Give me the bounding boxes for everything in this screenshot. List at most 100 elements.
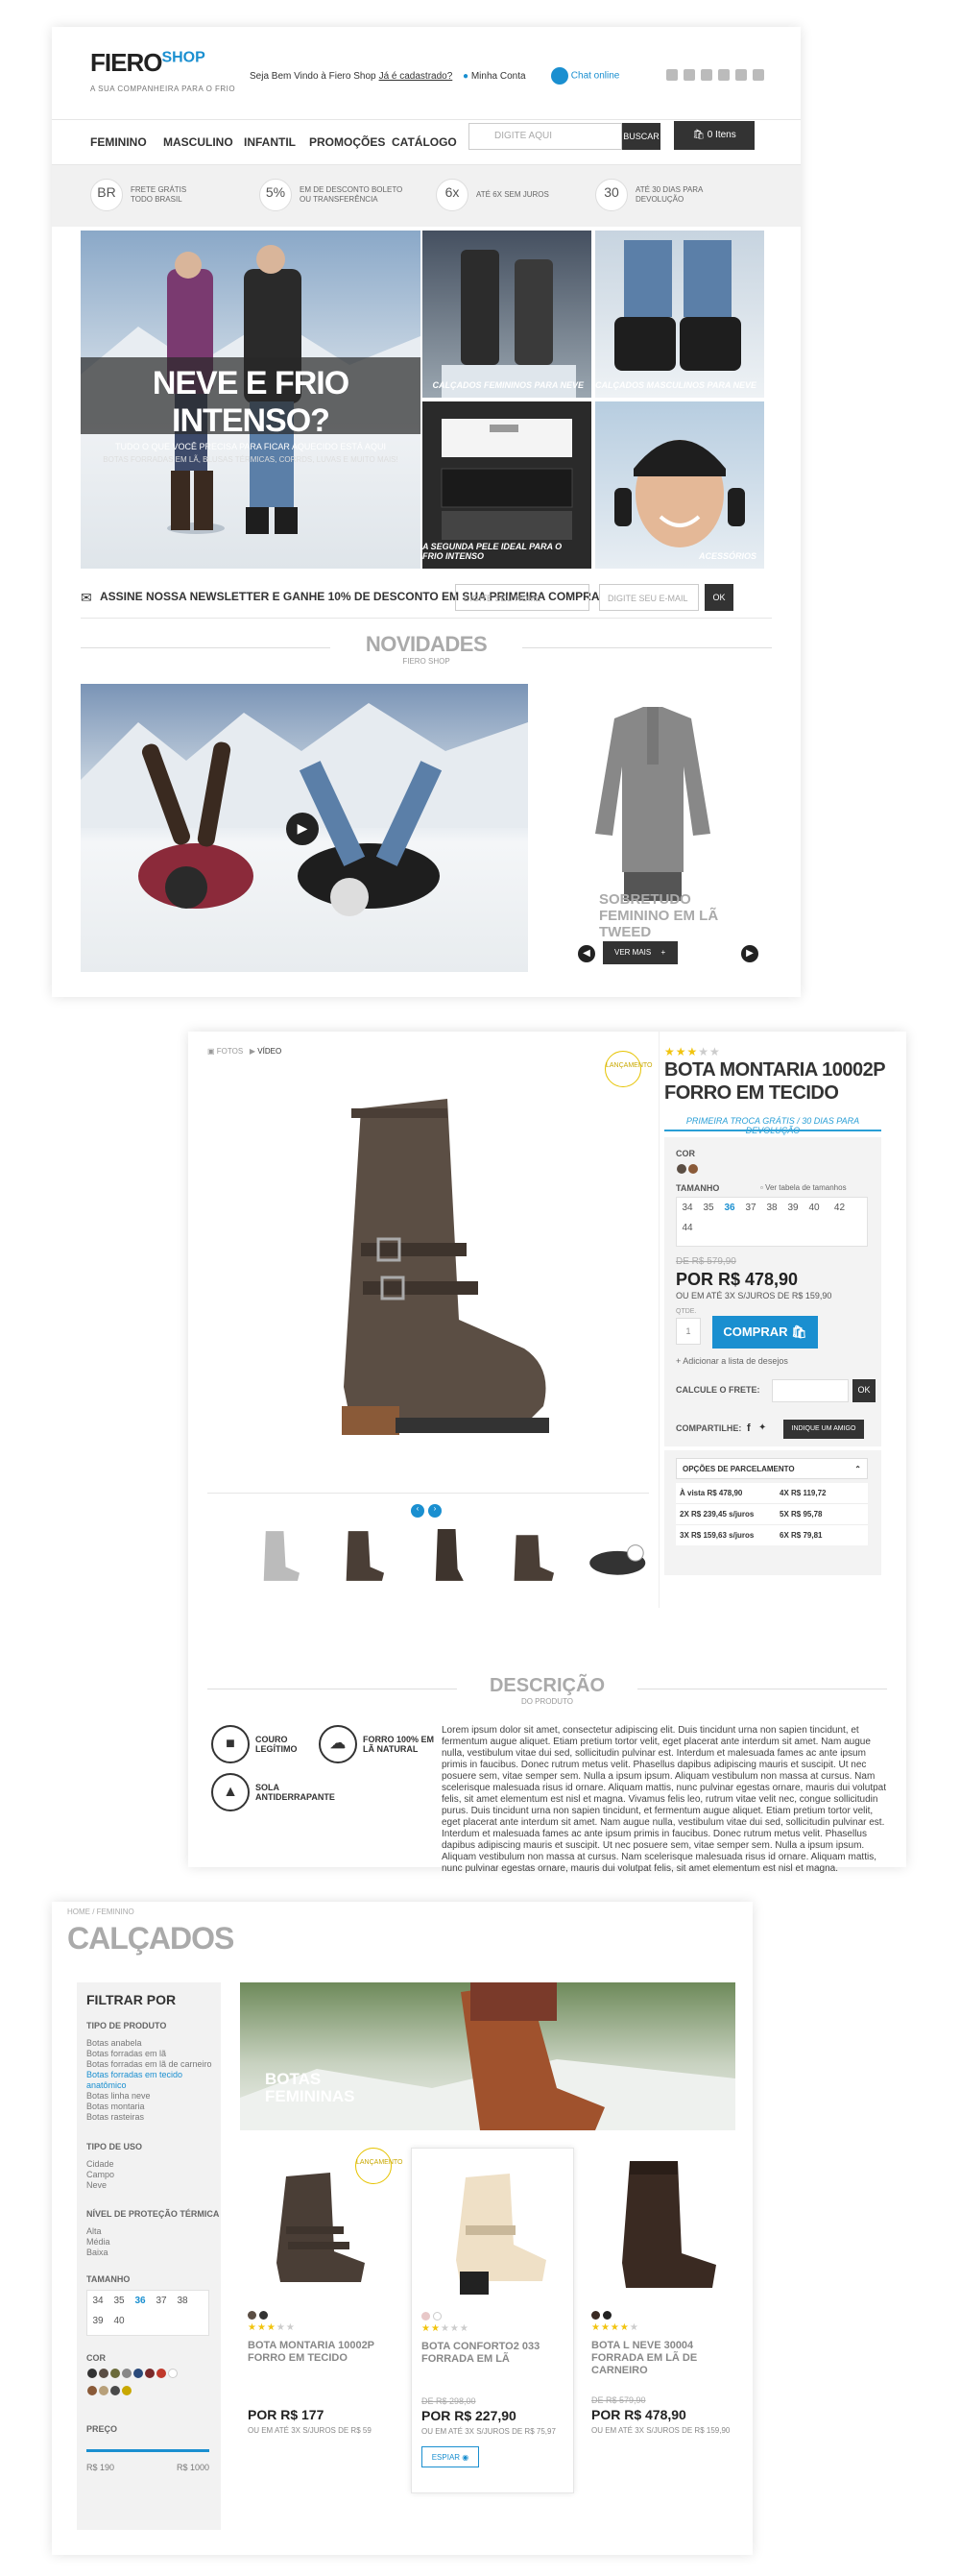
color-dot[interactable]	[603, 2311, 612, 2320]
size-option[interactable]: 40	[108, 2316, 130, 2326]
filter-option[interactable]: Botas forradas em lã	[86, 2049, 213, 2059]
next-arrow-icon[interactable]: ▶	[741, 945, 758, 962]
color-swatch[interactable]	[677, 1164, 686, 1174]
breadcrumb[interactable]: HOME / FEMININO	[67, 1908, 134, 1916]
nav-feminino[interactable]: FEMININO	[90, 135, 147, 149]
size-option[interactable]: 44	[677, 1223, 698, 1233]
nav-infantil[interactable]: INFANTIL	[244, 135, 296, 149]
product-card[interactable]: LANÇAMENTO ★★★★★ BOTA MONTARIA 10002P FO…	[238, 2148, 403, 2493]
size-option[interactable]: 34	[677, 1203, 698, 1213]
filter-option[interactable]: Botas forradas em tecido anatômico	[86, 2070, 213, 2091]
video-icon[interactable]: ▶	[250, 1047, 255, 1056]
color-dot[interactable]	[421, 2312, 430, 2321]
prev-arrow-icon[interactable]: ◀	[578, 945, 595, 962]
size-option[interactable]: 35	[108, 2296, 130, 2306]
color-swatch[interactable]	[122, 2369, 132, 2378]
color-swatch[interactable]	[110, 2386, 120, 2395]
logo[interactable]: FIEROSHOP	[90, 48, 205, 78]
thumbnail[interactable]	[414, 1518, 479, 1594]
size-option[interactable]: 39	[87, 2316, 108, 2326]
youtube-icon[interactable]	[718, 69, 730, 81]
filter-option[interactable]: Botas anabela	[86, 2038, 213, 2049]
filter-option[interactable]: Botas rasteiras	[86, 2112, 213, 2123]
size-option[interactable]: 37	[151, 2296, 172, 2306]
thumbnail[interactable]	[244, 1518, 309, 1594]
color-swatch[interactable]	[122, 2386, 132, 2395]
video-player[interactable]: ▶	[81, 684, 528, 972]
facebook-icon[interactable]	[666, 69, 678, 81]
twitter-icon[interactable]	[684, 69, 695, 81]
tile-men-snow-shoes[interactable]: CALÇADOS MASCULINOS PARA NEVE	[595, 231, 764, 398]
size-option[interactable]: 38	[761, 1203, 782, 1213]
shipping-ok-button[interactable]: OK	[852, 1379, 876, 1402]
filter-option[interactable]: Botas linha neve	[86, 2091, 213, 2102]
signup-link[interactable]: Já é cadastrado?	[379, 71, 453, 82]
product-card[interactable]: ★★★★★ BOTA L NEVE 30004 FORRADA EM LÃ DE…	[582, 2148, 745, 2493]
color-swatch[interactable]	[99, 2386, 108, 2395]
googleplus-icon[interactable]	[735, 69, 747, 81]
tile-accessories[interactable]: ACESSÓRIOS	[595, 401, 764, 569]
gallery-next-icon[interactable]: ›	[428, 1504, 442, 1518]
filter-option[interactable]: Cidade	[86, 2159, 114, 2170]
color-swatch[interactable]	[87, 2386, 97, 2395]
nav-promocoes[interactable]: PROMOÇÕES	[309, 135, 385, 149]
filter-option[interactable]: Campo	[86, 2170, 114, 2180]
wishlist-link[interactable]: + Adicionar a lista de desejos	[676, 1356, 788, 1366]
size-option[interactable]: 40	[804, 1203, 825, 1213]
pinterest-icon[interactable]	[701, 69, 712, 81]
size-option[interactable]: 39	[782, 1203, 804, 1213]
featured-product-title[interactable]: SOBRETUDO FEMININO EM LÃ TWEED	[599, 891, 762, 940]
search-button[interactable]: BUSCAR	[622, 123, 660, 150]
color-dot[interactable]	[433, 2312, 442, 2321]
color-dot[interactable]	[259, 2311, 268, 2320]
product-main-image[interactable]	[207, 1070, 639, 1493]
size-table-link[interactable]: ▫ Ver tabela de tamanhos	[760, 1183, 847, 1192]
tile-women-snow-shoes[interactable]: CALÇADOS FEMININOS PARA NEVE	[422, 231, 591, 398]
size-option[interactable]: 36	[130, 2296, 151, 2306]
newsletter-name-input[interactable]: DIGITE SEU NOME	[455, 584, 589, 611]
size-option[interactable]: 36	[719, 1203, 740, 1213]
play-icon[interactable]: ▶	[286, 813, 319, 845]
quantity-input[interactable]: 1	[676, 1318, 701, 1345]
product-name[interactable]: BOTA L NEVE 30004 FORRADA EM LÃ DE CARNE…	[591, 2340, 735, 2377]
color-dot[interactable]	[248, 2311, 256, 2320]
search-input[interactable]: DIGITE AQUI	[468, 123, 622, 150]
category-banner[interactable]	[240, 1982, 735, 2130]
filter-option[interactable]: Alta	[86, 2226, 110, 2237]
indicate-friend-button[interactable]: INDIQUE UM AMIGO	[783, 1420, 864, 1439]
twitter-icon[interactable]: ✦	[758, 1422, 766, 1433]
filter-option[interactable]: Botas forradas em lã de carneiro	[86, 2059, 213, 2070]
size-option[interactable]: 37	[740, 1203, 761, 1213]
newsletter-email-input[interactable]: DIGITE SEU E-MAIL	[599, 584, 699, 611]
filter-option[interactable]: Neve	[86, 2180, 114, 2191]
price-slider[interactable]	[86, 2449, 209, 2452]
color-swatch[interactable]	[133, 2369, 143, 2378]
product-name[interactable]: BOTA MONTARIA 10002P FORRO EM TECIDO	[248, 2340, 392, 2365]
video-tab[interactable]: VÍDEO	[257, 1047, 281, 1056]
filter-option[interactable]: Botas montaria	[86, 2102, 213, 2112]
size-option[interactable]: 35	[698, 1203, 719, 1213]
facebook-icon[interactable]: f	[747, 1422, 751, 1434]
instagram-icon[interactable]	[753, 69, 764, 81]
nav-masculino[interactable]: MASCULINO	[163, 135, 233, 149]
account-link[interactable]: ● Minha Conta	[463, 71, 526, 82]
color-dot[interactable]	[591, 2311, 600, 2320]
sweater-product-image[interactable]	[576, 690, 730, 901]
filter-option[interactable]: Baixa	[86, 2248, 110, 2258]
photos-icon[interactable]: ▣	[207, 1047, 215, 1056]
filter-option[interactable]: Média	[86, 2237, 110, 2248]
newsletter-ok-button[interactable]: OK	[705, 584, 733, 611]
size-option[interactable]: 42	[828, 1203, 850, 1213]
color-swatch[interactable]	[688, 1164, 698, 1174]
photos-tab[interactable]: FOTOS	[217, 1047, 243, 1056]
size-option[interactable]: 38	[172, 2296, 193, 2306]
nav-catalogo[interactable]: CATÁLOGO	[392, 135, 457, 149]
quick-view-button[interactable]: ESPIAR ◉	[421, 2446, 479, 2467]
color-swatch[interactable]	[168, 2369, 178, 2378]
buy-button[interactable]: COMPRAR 🛍	[712, 1316, 818, 1349]
product-name[interactable]: BOTA CONFORTO2 033 FORRADA EM LÃ	[421, 2341, 565, 2366]
installments-toggle[interactable]: OPÇÕES DE PARCELAMENTO ⌃	[676, 1458, 868, 1479]
color-swatch[interactable]	[145, 2369, 155, 2378]
color-swatch[interactable]	[156, 2369, 166, 2378]
color-swatch[interactable]	[99, 2369, 108, 2378]
